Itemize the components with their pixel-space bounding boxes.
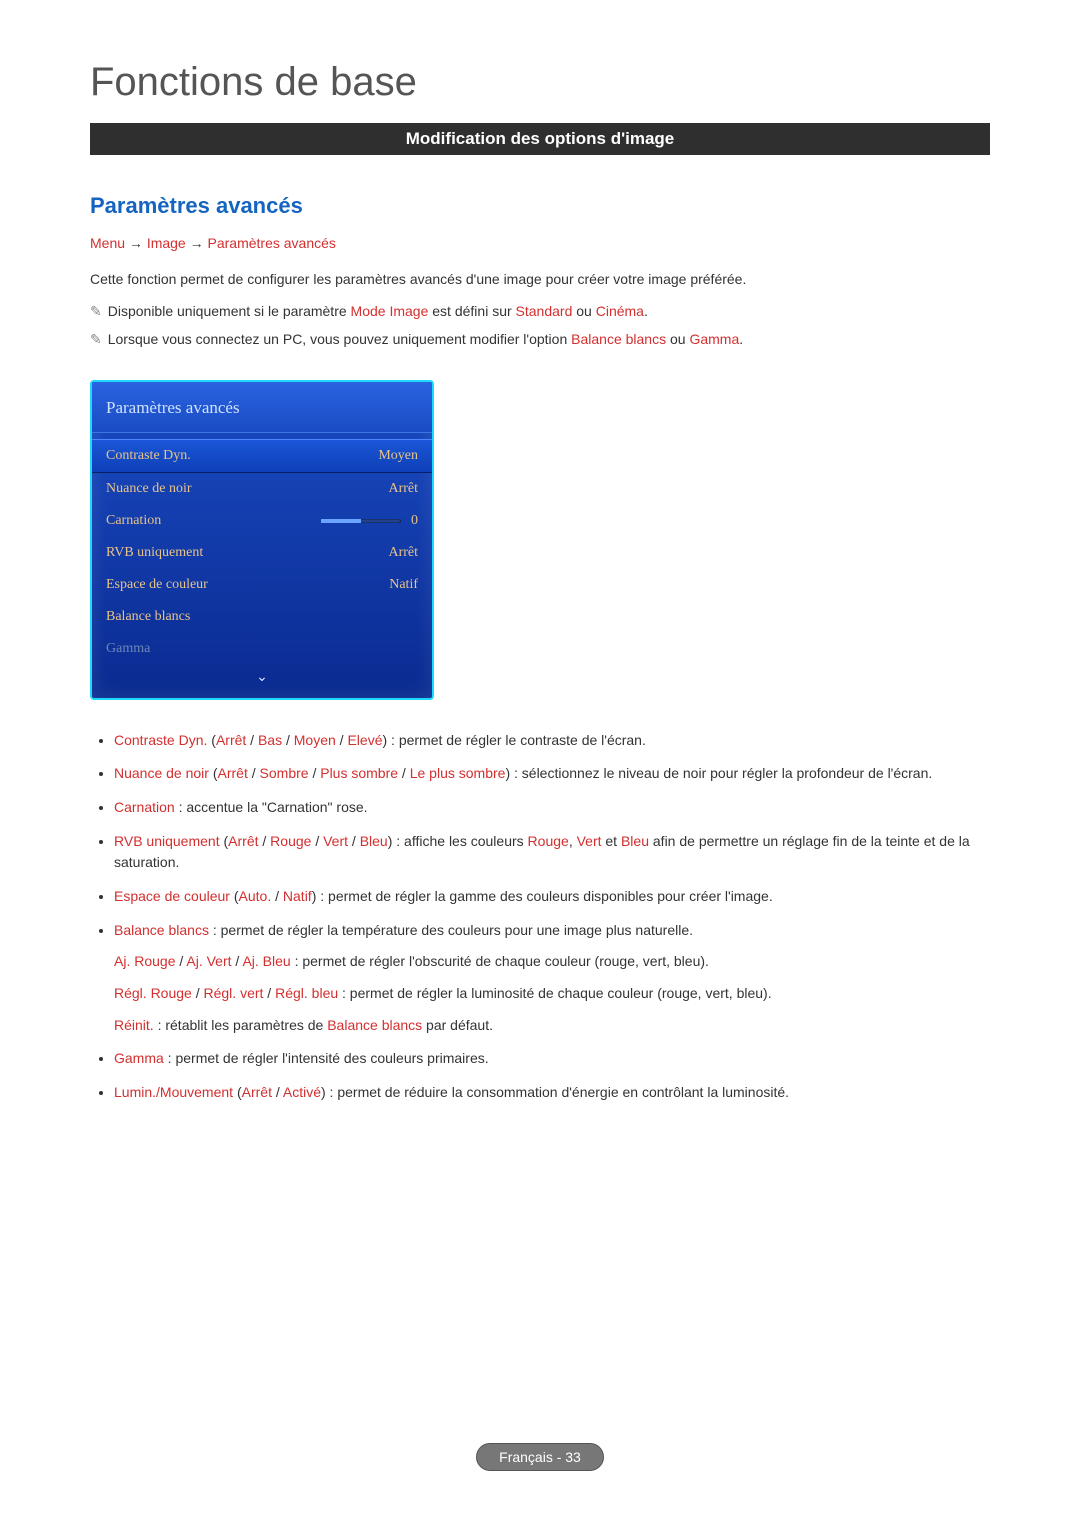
note-1: Disponible uniquement si le paramètre Mo… (108, 300, 990, 324)
list-item: Contraste Dyn. (Arrêt / Bas / Moyen / El… (114, 730, 990, 752)
panel-row-value: Arrêt (388, 545, 418, 561)
section-heading: Paramètres avancés (90, 193, 990, 219)
panel-row-label: RVB uniquement (106, 545, 203, 561)
panel-row-label: Espace de couleur (106, 577, 208, 593)
note-icon: ✎ (90, 300, 102, 324)
carnation-slider[interactable] (321, 519, 401, 523)
panel-row-nuance-de-noir[interactable]: Nuance de noir Arrêt (92, 473, 432, 505)
breadcrumb-arrow: → (129, 235, 143, 251)
list-item: RVB uniquement (Arrêt / Rouge / Vert / B… (114, 831, 990, 874)
intro-text: Cette fonction permet de configurer les … (90, 269, 990, 290)
panel-title: Paramètres avancés (92, 382, 432, 433)
panel-row-label: Carnation (106, 513, 161, 529)
list-item: Carnation : accentue la "Carnation" rose… (114, 797, 990, 819)
panel-row-contraste-dyn[interactable]: Contraste Dyn. Moyen (92, 439, 432, 473)
note-2: Lorsque vous connectez un PC, vous pouve… (108, 328, 990, 352)
panel-row-value: 0 (411, 513, 418, 529)
note-icon: ✎ (90, 328, 102, 352)
panel-row-rvb-uniquement[interactable]: RVB uniquement Arrêt (92, 537, 432, 569)
panel-row-value: Natif (389, 577, 418, 593)
panel-row-espace-de-couleur[interactable]: Espace de couleur Natif (92, 569, 432, 601)
panel-row-carnation[interactable]: Carnation 0 (92, 505, 432, 537)
list-item: Lumin./Mouvement (Arrêt / Activé) : perm… (114, 1082, 990, 1104)
section-bar: Modification des options d'image (90, 123, 990, 155)
list-item: Espace de couleur (Auto. / Natif) : perm… (114, 886, 990, 908)
panel-row-balance-blancs[interactable]: Balance blancs (92, 601, 432, 633)
list-item: Balance blancs : permet de régler la tem… (114, 920, 990, 1037)
panel-row-label: Contraste Dyn. (106, 448, 191, 464)
list-item: Nuance de noir (Arrêt / Sombre / Plus so… (114, 763, 990, 785)
breadcrumb-current: Paramètres avancés (208, 235, 336, 251)
settings-panel: Paramètres avancés Contraste Dyn. Moyen … (90, 380, 434, 700)
panel-row-gamma[interactable]: Gamma (92, 633, 432, 665)
breadcrumb-menu: Menu (90, 235, 125, 251)
panel-row-label: Nuance de noir (106, 481, 192, 497)
descriptions-list: Contraste Dyn. (Arrêt / Bas / Moyen / El… (90, 730, 990, 1104)
list-item: Gamma : permet de régler l'intensité des… (114, 1048, 990, 1070)
panel-row-value: Arrêt (388, 481, 418, 497)
page-number: Français - 33 (476, 1443, 604, 1471)
breadcrumb: Menu → Image → Paramètres avancés (90, 235, 990, 251)
panel-row-label: Gamma (106, 641, 150, 657)
page-title: Fonctions de base (90, 60, 990, 105)
breadcrumb-arrow: → (190, 235, 204, 251)
panel-row-value: Moyen (378, 448, 418, 464)
breadcrumb-image: Image (147, 235, 186, 251)
panel-row-label: Balance blancs (106, 609, 190, 625)
chevron-down-icon[interactable]: ⌄ (92, 665, 432, 688)
